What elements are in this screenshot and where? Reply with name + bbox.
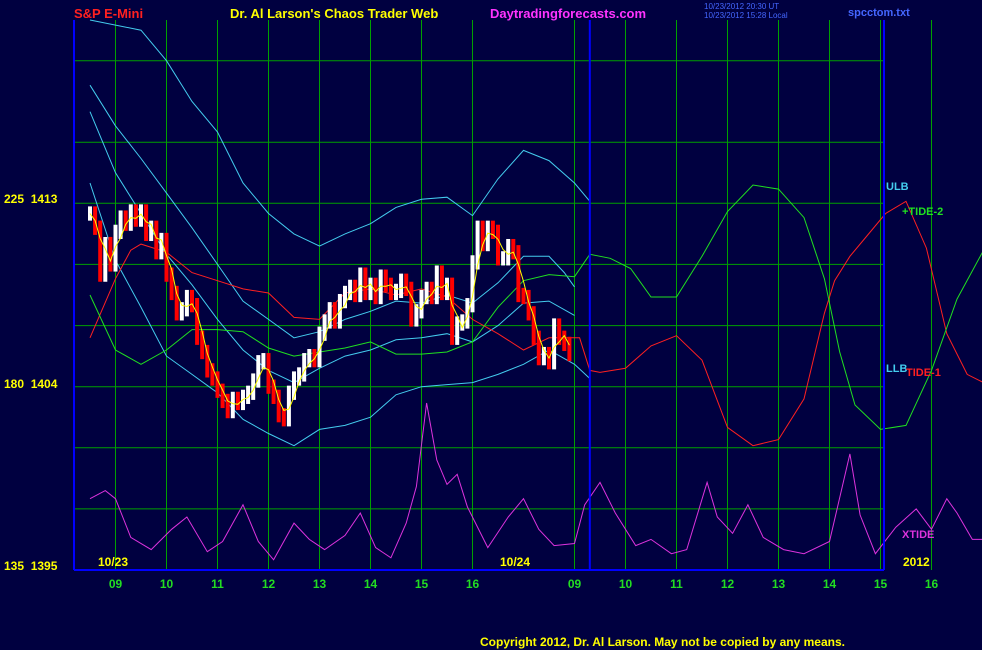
- x-tick-label: 09: [568, 577, 582, 591]
- x-tick-label: 11: [670, 577, 683, 591]
- xtide-line: [89, 402, 982, 561]
- x-tick-label: 15: [874, 577, 888, 591]
- x-tick-label: 14: [823, 577, 837, 591]
- chart-svg: S&P E-Mini Dr. Al Larson's Chaos Trader …: [4, 2, 982, 649]
- update-time-local: 10/23/2012 15:28 Local: [704, 11, 788, 20]
- date-label-2: 10/24: [500, 555, 530, 569]
- x-tick-label: 13: [313, 577, 327, 591]
- tide1-label: TIDE-1: [906, 367, 941, 379]
- x-tick-label: 11: [211, 577, 224, 591]
- site-link[interactable]: Daytradingforecasts.com: [490, 6, 646, 21]
- llb-label: LLB: [886, 363, 907, 375]
- xtide-layer: [89, 402, 982, 561]
- price-layer: [88, 204, 572, 427]
- x-tick-label: 12: [262, 577, 276, 591]
- band-outer-line: [89, 19, 591, 247]
- chart-title: S&P E-Mini: [74, 6, 143, 21]
- x-tick-label: 13: [772, 577, 786, 591]
- ulb-label: ULB: [886, 181, 909, 193]
- grid-layer: [74, 20, 932, 570]
- x-tick-label: 10: [619, 577, 633, 591]
- band-mid_upper-line: [89, 84, 575, 339]
- x-tick-label: 15: [415, 577, 429, 591]
- x-tick-label: 12: [721, 577, 735, 591]
- y-tick-label-mid: 180 1404: [4, 377, 58, 391]
- x-tick-label: 16: [466, 577, 480, 591]
- xtide-label: XTIDE: [902, 529, 934, 541]
- year-label: 2012: [903, 555, 930, 569]
- update-time-ut: 10/23/2012 20:30 UT: [704, 2, 779, 11]
- labels-layer: 09 10 11 12 13 14 15 16 09 10 11 12 13 14 15 16: [109, 577, 939, 591]
- tide2-label: +TIDE-2: [902, 206, 943, 218]
- frame-layer: [73, 20, 885, 571]
- data-filename: spcctom.txt: [848, 7, 910, 19]
- date-label-1: 10/23: [98, 555, 128, 569]
- x-tick-label: 10: [160, 577, 174, 591]
- x-tick-label: 14: [364, 577, 378, 591]
- bands-layer: [89, 19, 591, 447]
- copyright-notice: Copyright 2012, Dr. Al Larson. May not b…: [480, 635, 845, 649]
- y-tick-label-top: 225 1413: [4, 192, 58, 206]
- y-tick-label-bottom: 135 1395: [4, 559, 58, 573]
- x-tick-label: 09: [109, 577, 123, 591]
- author-title: Dr. Al Larson's Chaos Trader Web: [230, 6, 438, 21]
- x-tick-label: 16: [925, 577, 939, 591]
